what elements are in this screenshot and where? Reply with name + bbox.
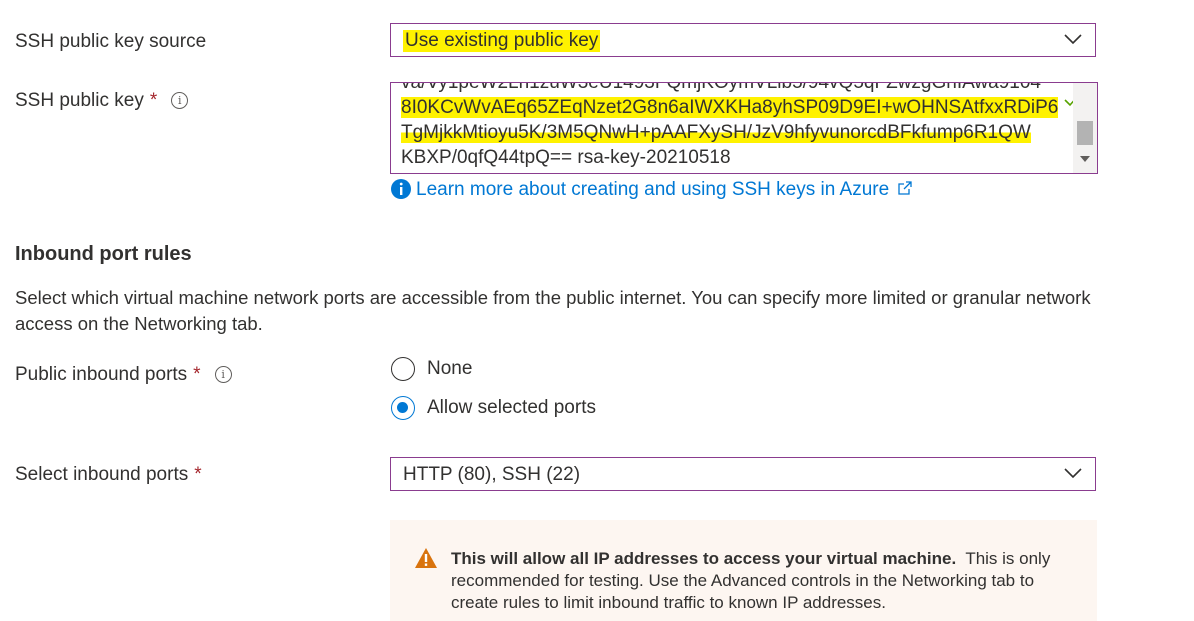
required-mark: * [194, 464, 202, 485]
ssh-key-line: KBXP/0qfQ44tpQ== rsa-key-20210518 [401, 147, 731, 168]
warning-icon [415, 548, 437, 568]
ssh-key-text: va/Vy1peW2Ln1zuW3eU1493FQmjKOymVLib5/94v… [401, 82, 1059, 170]
ssh-key-line-highlight: 8I0KCvWvAEq65ZEqNzet2G8n6aIWXKHa8yhSP09D… [401, 97, 1059, 118]
inbound-ports-value: HTTP (80), SSH (22) [403, 464, 581, 485]
required-mark: * [193, 364, 201, 385]
section-description: Select which virtual machine network por… [15, 287, 1091, 334]
radio-allow-label[interactable]: Allow selected ports [427, 397, 596, 418]
radio-allow-selected[interactable] [391, 396, 415, 420]
chevron-down-icon [1064, 468, 1082, 479]
warning-text: This will allow all IP addresses to acce… [451, 548, 1071, 614]
textarea-scrollbar[interactable] [1073, 83, 1097, 173]
ssh-key-line: 8I0KCvWvAEq65ZEqNzet2G8n6aIWXKHa8yhSP09D… [401, 95, 1059, 120]
ssh-key-line-highlight: TgMjkkMtioyu5K/3M5QNwH+pAAFXySH/JzV9hfyv… [401, 122, 1031, 143]
inbound-ports-select[interactable]: HTTP (80), SSH (22) [390, 457, 1096, 491]
radio-option-allow[interactable]: Allow selected ports [391, 396, 596, 420]
ssh-key-textarea[interactable]: va/Vy1peW2Ln1zuW3eU1493FQmjKOymVLib5/94v… [390, 82, 1098, 174]
ssh-key-source-select[interactable]: Use existing public key [390, 23, 1096, 57]
radio-none-label[interactable]: None [427, 358, 472, 379]
learn-more-link[interactable]: Learn more about creating and using SSH … [390, 178, 913, 201]
ssh-key-line: TgMjkkMtioyu5K/3M5QNwH+pAAFXySH/JzV9hfyv… [401, 120, 1051, 145]
chevron-down-icon [1064, 34, 1082, 45]
ssh-key-source-value: Use existing public key [403, 30, 601, 52]
ssh-key-label-text: SSH public key [15, 90, 144, 111]
public-ports-label-text: Public inbound ports [15, 364, 188, 385]
section-heading: Inbound port rules [15, 243, 192, 265]
ssh-key-line: va/Vy1peW2Ln1zuW3eU1493FQmjKOymVLib5/94v… [401, 82, 1041, 93]
select-ports-label: Select inbound ports * [15, 464, 202, 486]
ssh-key-source-label-text: SSH public key source [15, 31, 207, 52]
public-ports-label: Public inbound ports * i [15, 364, 232, 386]
ssh-key-label: SSH public key * i [15, 90, 189, 112]
radio-option-none[interactable]: None [391, 357, 472, 381]
required-mark: * [149, 90, 158, 111]
external-link-icon [898, 181, 913, 195]
radio-none[interactable] [391, 357, 415, 381]
scrollbar-thumb[interactable] [1077, 121, 1093, 145]
select-ports-label-text: Select inbound ports [15, 464, 189, 485]
ssh-key-source-label: SSH public key source [15, 31, 206, 53]
info-filled-icon [391, 179, 411, 199]
scroll-down-arrow-icon[interactable] [1079, 155, 1091, 163]
warning-message-bar: This will allow all IP addresses to acce… [390, 520, 1097, 621]
learn-more-text[interactable]: Learn more about creating and using SSH … [416, 179, 889, 200]
warning-bold: This will allow all IP addresses to acce… [451, 549, 957, 568]
info-icon[interactable]: i [171, 92, 189, 109]
info-icon[interactable]: i [214, 366, 232, 383]
